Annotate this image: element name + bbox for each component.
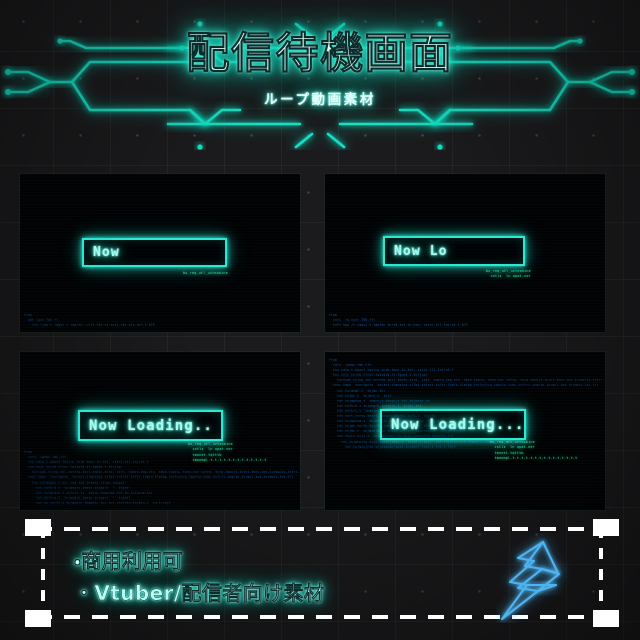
feature-item-commercial-use: ・商用利用可 <box>74 549 184 573</box>
status-readout: bu_req_utl_uzteobine cstls ln opat.ner <box>486 269 531 279</box>
loading-box: Now Loading.. <box>78 410 223 441</box>
panel-now-loading-3[interactable]: from cnts lgnmc.fmh.tft tnn.tdtm.t.hpont… <box>325 352 605 510</box>
banner-border-right <box>599 527 603 619</box>
status-readout: bu_req_utl_uzteobine cstls ln opat.ner t… <box>188 442 267 463</box>
feature-item-vtuber-streamer: ・Vtuber/配信者向け素材 <box>74 581 325 606</box>
feature-list: ・商用利用可 ・Vtuber/配信者向け素材 <box>74 545 324 610</box>
banner-border-top <box>36 527 608 531</box>
loading-box: Now Lo <box>383 236 525 266</box>
loading-box: Now Loading... <box>380 409 526 440</box>
lightning-bolt-icon <box>496 533 576 623</box>
terminal-code-bottom: from amt lgnc.fmh rt tnn.ljgm.t-lmgsi.f … <box>24 312 155 327</box>
terminal-code-bottom: from cnts rq.vvct.TRN.tft tntt.hpo /t.tm… <box>329 312 468 327</box>
loading-text: Now Loading... <box>391 416 525 433</box>
loading-text: Now Lo <box>394 243 448 259</box>
status-readout: bu_req_utl_uzteobine <box>183 271 228 275</box>
banner-corner-top-left <box>25 519 51 536</box>
page-title-container: 配信待機画面 <box>0 29 640 79</box>
banner-border-left <box>41 527 45 619</box>
banner-corner-top-right <box>593 519 619 536</box>
panel-now[interactable]: from amt lgnc.fmh rt tnn.ljgm.t-lmgsi.f … <box>20 174 300 332</box>
banner-corner-bottom-left <box>25 610 51 627</box>
page-title: 配信待機画面 <box>186 29 454 79</box>
loading-text: Now Loading.. <box>89 417 213 434</box>
header: 配信待機画面 ループ動画素材 <box>0 0 640 150</box>
page-subtitle-container: ループ動画素材 <box>0 88 640 108</box>
panel-now-loading-2[interactable]: from cnts lgnmc.fmh.tft tnn.tdtm.t.hpont… <box>20 352 300 510</box>
loading-box: Now <box>82 238 227 267</box>
loading-text: Now <box>93 245 120 260</box>
preview-panel-grid: from amt lgnc.fmh rt tnn.ljgm.t-lmgsi.f … <box>20 174 605 510</box>
banner-corner-bottom-right <box>593 610 619 627</box>
status-readout: bu_req_utl_uzteobine cstls ln opat.ner t… <box>490 440 578 461</box>
panel-now-lo[interactable]: from cnts rq.vvct.TRN.tft tntt.hpo /t.tm… <box>325 174 605 332</box>
page-subtitle: ループ動画素材 <box>264 92 376 108</box>
features-banner: ・商用利用可 ・Vtuber/配信者向け素材 <box>25 519 619 627</box>
